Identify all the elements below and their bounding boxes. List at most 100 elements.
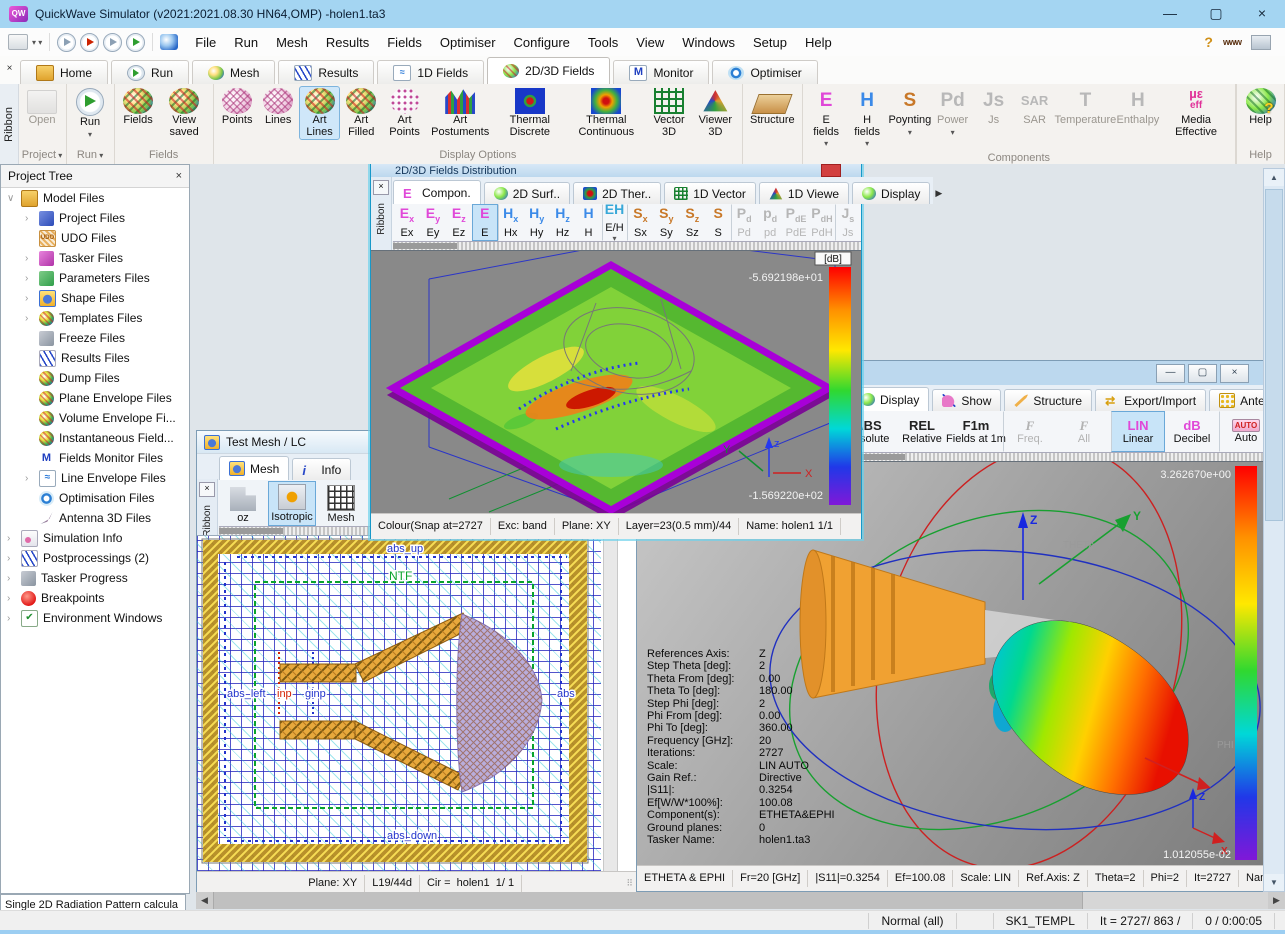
mesh-rail-close-icon[interactable]: × [199, 482, 215, 497]
art-postuments-button[interactable]: Art Postuments [427, 86, 493, 140]
tree-chevron-icon[interactable]: › [25, 213, 39, 224]
pattern-close-button[interactable]: × [1220, 364, 1249, 383]
vector-3d-button[interactable]: Vector 3D [646, 86, 691, 140]
fields-window-tab[interactable]: Display [852, 182, 930, 204]
points-button[interactable]: Points [217, 86, 258, 129]
fields-window-titlebar[interactable]: 2D/3D Fields Distribution [371, 164, 861, 177]
ribbon-close-icon[interactable]: × [3, 63, 16, 76]
menu-item[interactable]: Tools [579, 35, 627, 50]
view-saved-button[interactable]: View saved [159, 86, 210, 140]
tree-item[interactable]: › Shape Files [1, 288, 189, 308]
structure-button[interactable]: Structure [746, 86, 799, 129]
mesh-tool-button[interactable]: Mesh [318, 483, 364, 526]
mesh-canvas[interactable]: abs_up NTF abs_left inp ginp abs abs_dow… [197, 535, 637, 871]
mdi-horizontal-scrollbar[interactable]: ◀ ▶ [196, 892, 1285, 909]
ribbon-tab[interactable]: Mesh [192, 60, 275, 84]
tree-chevron-icon[interactable]: › [7, 553, 21, 564]
tree-item[interactable]: Volume Envelope Fi... [1, 408, 189, 428]
pattern-tool-button[interactable]: F All [1057, 411, 1111, 452]
pattern-tool-button[interactable]: F1m Fields at 1m [949, 411, 1003, 452]
tree-item[interactable]: › Project Files [1, 208, 189, 228]
poynting-button[interactable]: SPoynting [888, 86, 932, 140]
field-component-button[interactable]: pd pd [757, 204, 783, 241]
art-lines-button[interactable]: Art Lines [299, 86, 341, 140]
tree-item[interactable]: › Postprocessings (2) [1, 548, 189, 568]
tree-item[interactable]: › Breakpoints [1, 588, 189, 608]
tree-item[interactable]: › Tasker Progress [1, 568, 189, 588]
play-grey2-icon[interactable] [103, 33, 122, 52]
field-component-button[interactable]: Hx Hx [498, 204, 524, 241]
pattern-mini-scrollbar[interactable] [841, 452, 1263, 461]
pattern-window-tab[interactable]: Show [932, 389, 1001, 411]
menu-item[interactable]: View [627, 35, 673, 50]
ribbon-tab[interactable]: Run [111, 60, 189, 84]
mesh-window-tab[interactable]: Mesh [219, 456, 289, 480]
minimize-button[interactable]: — [1147, 0, 1193, 28]
tree-item[interactable]: Freeze Files [1, 328, 189, 348]
ribbon-tab[interactable]: Monitor [613, 60, 709, 84]
field-component-button[interactable]: Sz Sz [679, 204, 705, 241]
mesh-vscrollbar[interactable] [603, 536, 618, 871]
ribbon-tab[interactable]: Optimiser [712, 60, 817, 84]
field-component-button[interactable]: E E [472, 204, 498, 241]
field-component-button[interactable]: Hz Hz [550, 204, 576, 241]
field-component-button[interactable]: PdH PdH [809, 204, 835, 241]
e-fields-button[interactable]: EE fields [806, 86, 847, 152]
lines-button[interactable]: Lines [258, 86, 299, 129]
tree-item[interactable]: Antenna 3D Files [1, 508, 189, 528]
mesh-tool-button[interactable]: Isotropic [268, 481, 316, 526]
tree-chevron-icon[interactable]: › [7, 533, 21, 544]
tree-chevron-icon[interactable]: › [25, 313, 39, 324]
menu-item[interactable]: Help [796, 35, 841, 50]
art-points-button[interactable]: Art Points [382, 86, 427, 140]
fields-window-tab[interactable]: 2D Surf.. [484, 182, 570, 204]
fields-rail-close-icon[interactable]: × [373, 180, 389, 195]
tree-item[interactable]: › Simulation Info [1, 528, 189, 548]
menu-item[interactable]: Configure [505, 35, 579, 50]
play-grey-icon[interactable] [57, 33, 76, 52]
fields-canvas[interactable]: z Y X [dB] -5.692198e+01 -1.569220e+02 [371, 250, 861, 513]
tree-item[interactable]: › Line Envelope Files [1, 468, 189, 488]
temperature-button[interactable]: TTemperature [1055, 86, 1116, 129]
fields-mini-scrollbar[interactable] [393, 241, 861, 250]
tree-item[interactable]: › Tasker Files [1, 248, 189, 268]
help-icon[interactable]: ? [1204, 34, 1213, 50]
pattern-tool-button[interactable]: REL Relative [895, 411, 949, 452]
menu-item[interactable]: Setup [744, 35, 796, 50]
tree-item[interactable]: Results Files [1, 348, 189, 368]
fields-button[interactable]: Fields [118, 86, 159, 129]
sar-button[interactable]: SARSAR [1014, 86, 1055, 129]
scroll-down-icon[interactable]: ▼ [1264, 874, 1284, 891]
project-tree-close-icon[interactable]: × [176, 170, 182, 182]
tree-item[interactable]: Dump Files [1, 368, 189, 388]
tree-item[interactable]: Plane Envelope Files [1, 388, 189, 408]
menu-item[interactable]: Run [225, 35, 267, 50]
field-component-button[interactable]: PdE PdE [783, 204, 809, 241]
tree-item[interactable]: Instantaneous Field... [1, 428, 189, 448]
field-component-button[interactable]: Ez Ez [446, 204, 472, 241]
field-component-button[interactable]: Pd Pd [731, 204, 757, 241]
play-red-icon[interactable] [80, 33, 99, 52]
pattern-window-tab[interactable]: Export/Import [1095, 389, 1206, 411]
menu-item[interactable]: File [186, 35, 225, 50]
send-icon[interactable] [1251, 35, 1271, 50]
mdi-vertical-scrollbar[interactable]: ▲ ▼ [1263, 168, 1285, 892]
pattern-tool-button[interactable]: F Freq. [1003, 411, 1057, 452]
pattern-window-tab[interactable]: Display [851, 387, 929, 411]
tree-chevron-icon[interactable]: › [25, 273, 39, 284]
tab-overflow-icon[interactable]: ▶ [935, 182, 946, 199]
ribbon-tab[interactable]: 2D/3D Fields [487, 57, 610, 84]
tree-item[interactable]: Optimisation Files [1, 488, 189, 508]
simulation-log-window[interactable]: Single 2D Radiation Pattern calculaEnd o… [0, 894, 186, 910]
js-button[interactable]: JsJs [973, 86, 1014, 129]
fields-close-button[interactable] [821, 164, 841, 177]
art-filled-button[interactable]: Art Filled [340, 86, 382, 140]
fields-window-tab[interactable]: 1D Vector [664, 182, 756, 204]
field-component-button[interactable]: Ex Ex [394, 204, 420, 241]
tree-item[interactable]: › Templates Files [1, 308, 189, 328]
menu-item[interactable]: Windows [673, 35, 744, 50]
menu-item[interactable]: Optimiser [431, 35, 505, 50]
file-menu-icon[interactable] [8, 34, 28, 50]
field-component-button[interactable]: Sx Sx [627, 204, 653, 241]
tree-chevron-icon[interactable]: › [25, 293, 39, 304]
